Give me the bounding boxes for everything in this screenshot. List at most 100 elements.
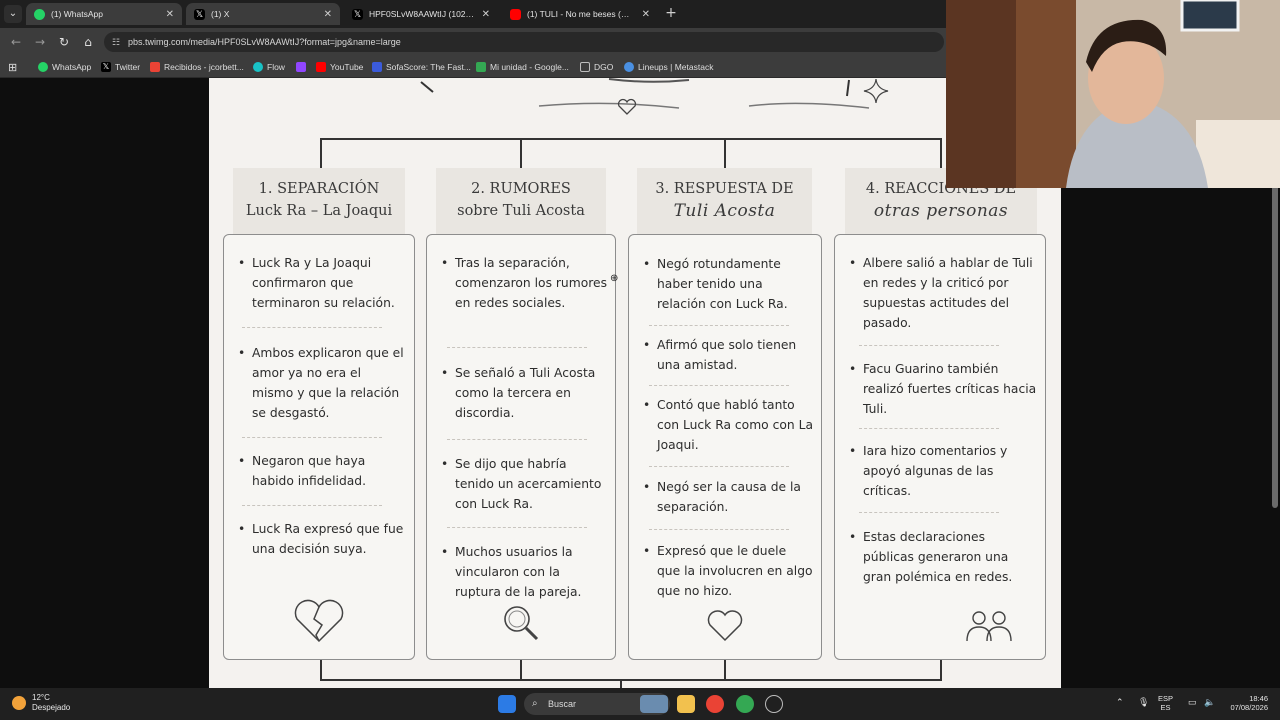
bullet-item: Negó rotundamente haber tenido una relac… (643, 254, 813, 314)
bullet-item: Luck Ra expresó que fue una decisión suy… (238, 519, 406, 559)
bookmark-twitch[interactable] (296, 59, 306, 75)
bookmark-drive[interactable]: Mi unidad - Google... (476, 59, 569, 75)
chevron-up-icon[interactable]: ⌃ (1116, 698, 1124, 707)
bookmark-gmail[interactable]: Recibidos - jcorbett... (150, 59, 244, 75)
home-icon[interactable]: ⌂ (80, 34, 96, 50)
heart-icon (707, 610, 743, 642)
header-subtitle: Tuli Acosta (673, 201, 776, 221)
bullet-item: Ambos explicaron que el amor ya no era e… (238, 343, 406, 423)
scrollbar[interactable] (1272, 168, 1278, 508)
metastack-icon (624, 62, 634, 72)
column-header-respuesta: 3. RESPUESTA DE Tuli Acosta (637, 168, 812, 234)
back-icon[interactable]: ← (8, 34, 24, 50)
divider (649, 385, 789, 386)
divider (242, 437, 382, 438)
address-bar[interactable]: ☷ pbs.twimg.com/media/HPF0SLvW8AAWtIJ?fo… (104, 32, 944, 52)
volume-icon[interactable]: 🔈 (1204, 698, 1215, 707)
weather-widget[interactable]: 12°C Despejado (12, 693, 70, 713)
apps-icon[interactable]: ⊞ (8, 59, 17, 75)
header-subtitle: sobre Tuli Acosta (457, 203, 585, 219)
column-header-separacion: 1. SEPARACIÓN Luck Ra – La Joaqui (233, 168, 405, 234)
bookmark-dgo[interactable]: DGO (580, 59, 613, 75)
header-title: 1. SEPARACIÓN (258, 181, 380, 197)
connector-line (520, 138, 522, 168)
chrome-profile-icon[interactable] (736, 695, 754, 713)
url-text: pbs.twimg.com/media/HPF0SLvW8AAWtIJ?form… (128, 37, 401, 47)
close-icon[interactable]: ✕ (642, 9, 650, 20)
bookmark-metastack[interactable]: Lineups | Metastack (624, 59, 713, 75)
folder-icon (580, 62, 590, 72)
connector-line (520, 660, 522, 680)
bookmark-whatsapp[interactable]: WhatsApp (38, 59, 91, 75)
microphone-icon[interactable]: 🎙 (1138, 698, 1149, 707)
column-box-reacciones: Albere salió a hablar de Tuli en redes y… (834, 234, 1046, 660)
app-icon[interactable] (765, 695, 783, 713)
connector-line (320, 660, 322, 680)
bookmark-label: WhatsApp (52, 62, 92, 72)
bookmark-label: YouTube (330, 62, 364, 72)
bookmark-twitter[interactable]: 𝕏 Twitter (101, 59, 140, 75)
divider (447, 527, 587, 528)
connector-line (724, 660, 726, 680)
tab-search-button[interactable]: ⌄ (4, 5, 22, 23)
divider (242, 505, 382, 506)
windows-taskbar: 12°C Despejado ⌕ Buscar ⌃ 🎙 ESP ES ▭ 🔈 1… (0, 688, 1280, 720)
flow-icon (253, 62, 263, 72)
close-icon[interactable]: ✕ (324, 9, 332, 20)
bookmark-label: SofaScore: The Fast... (386, 62, 471, 72)
header-title: 2. RUMORES (471, 181, 571, 197)
x-icon: 𝕏 (101, 62, 111, 72)
divider (649, 466, 789, 467)
webcam-overlay (946, 0, 1280, 188)
weather-icon (12, 696, 26, 710)
youtube-icon (510, 8, 521, 20)
widgets-icon[interactable] (640, 695, 668, 713)
divider (859, 512, 999, 513)
twitch-icon (296, 62, 306, 72)
whatsapp-icon (34, 8, 45, 20)
site-info-icon[interactable]: ☷ (112, 32, 120, 52)
x-icon: 𝕏 (194, 8, 205, 20)
gmail-icon (150, 62, 160, 72)
webcam-feed (946, 0, 1280, 188)
bookmark-label: Mi unidad - Google... (490, 62, 569, 72)
column-header-rumores: 2. RUMORES sobre Tuli Acosta (436, 168, 606, 234)
divider (447, 347, 587, 348)
bookmark-youtube[interactable]: YouTube (316, 59, 363, 75)
bullet-item: Se dijo que habría tenido un acercamient… (441, 454, 607, 514)
tab-x[interactable]: 𝕏 (1) X ✕ (186, 3, 340, 25)
bullet-item: Albere salió a hablar de Tuli en redes y… (849, 253, 1037, 333)
drive-icon (476, 62, 486, 72)
bullet-item: Se señaló a Tuli Acosta como la tercera … (441, 363, 607, 423)
connector-line (940, 660, 942, 680)
clock[interactable]: 18:46 07/08/2026 (1224, 694, 1268, 712)
bullet-item: Muchos usuarios la vincularon con la rup… (441, 542, 607, 602)
header-subtitle: otras personas (873, 201, 1009, 221)
new-tab-button[interactable]: + (662, 4, 680, 22)
tab-title: (1) X (211, 9, 230, 19)
close-icon[interactable]: ✕ (166, 9, 174, 20)
network-icon[interactable]: ▭ (1188, 698, 1197, 707)
reload-icon[interactable]: ↻ (56, 34, 72, 50)
language-indicator[interactable]: ESP ES (1158, 694, 1173, 712)
tab-whatsapp[interactable]: (1) WhatsApp ✕ (26, 3, 182, 25)
tab-youtube[interactable]: (1) TULI - No me beses (Official ✕ (502, 3, 658, 25)
weather-status: Despejado (32, 703, 71, 712)
close-icon[interactable]: ✕ (482, 9, 490, 20)
file-explorer-icon[interactable] (677, 695, 695, 713)
connector-line (320, 138, 322, 168)
bullet-item: Negaron que haya habido infidelidad. (238, 451, 406, 491)
chrome-icon[interactable] (706, 695, 724, 713)
bullet-item: Contó que habló tanto con Luck Ra como c… (643, 395, 813, 455)
bookmark-sofascore[interactable]: SofaScore: The Fast... (372, 59, 471, 75)
header-title: 3. RESPUESTA DE (655, 181, 794, 197)
tab-image[interactable]: 𝕏 HPF0SLvW8AAWtIJ (1024×1536) ✕ (344, 3, 498, 25)
infographic-image: 1. SEPARACIÓN Luck Ra – La Joaqui Luck R… (209, 78, 1061, 688)
tab-title: HPF0SLvW8AAWtIJ (1024×1536) (369, 9, 476, 19)
start-icon[interactable] (498, 695, 516, 713)
bookmark-flow[interactable]: Flow (253, 59, 285, 75)
forward-icon[interactable]: → (32, 34, 48, 50)
heart-icon (617, 98, 637, 115)
bullet-item: Estas declaraciones públicas generaron u… (849, 527, 1037, 587)
divider (242, 327, 382, 328)
